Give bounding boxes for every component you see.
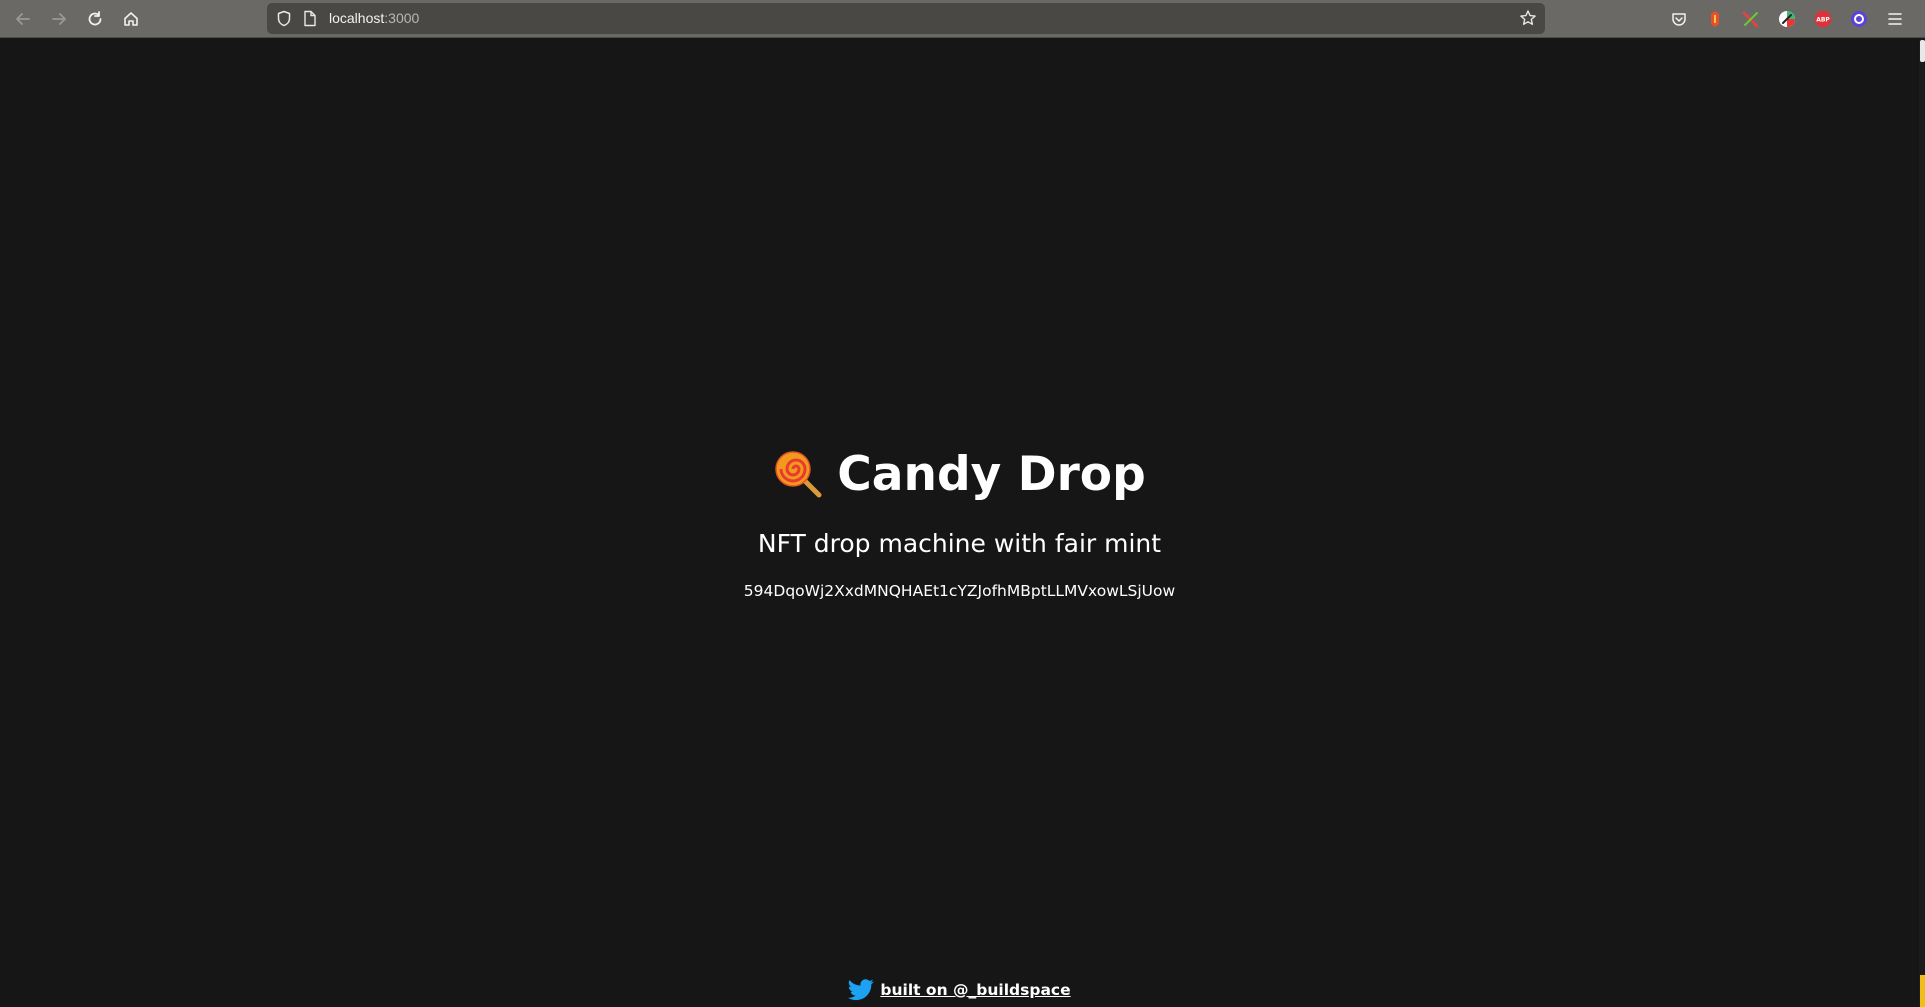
- browser-toolbar: localhost:3000 ABP: [0, 0, 1925, 38]
- bookmark-star-icon[interactable]: [1519, 9, 1537, 27]
- svg-text:ABP: ABP: [1816, 17, 1830, 24]
- home-icon: [124, 12, 138, 26]
- shield-icon[interactable]: [276, 10, 292, 27]
- home-button[interactable]: [119, 7, 143, 31]
- scrollbar-marker: [1920, 975, 1925, 1007]
- forward-button[interactable]: [47, 7, 71, 31]
- pocket-icon: [1672, 12, 1686, 26]
- extension-fox-icon: [1711, 11, 1719, 27]
- pocket-button[interactable]: [1669, 9, 1689, 29]
- hamburger-menu-icon: [1888, 13, 1902, 25]
- page-title: Candy Drop: [837, 447, 1146, 502]
- url-text: localhost:3000: [329, 10, 420, 26]
- reload-icon: [88, 11, 102, 26]
- extension-circle-icon: [1851, 11, 1867, 27]
- extension-pen-icon: [1742, 11, 1759, 28]
- reload-button[interactable]: [83, 7, 107, 31]
- forward-icon: [52, 13, 66, 25]
- scrollbar[interactable]: [1919, 38, 1925, 1007]
- adblock-button[interactable]: ABP: [1813, 9, 1833, 29]
- extension-button-1[interactable]: [1705, 9, 1725, 29]
- url-bar[interactable]: localhost:3000: [267, 3, 1545, 34]
- page-body: [0, 38, 1919, 1007]
- adblock-icon: ABP: [1815, 11, 1831, 27]
- page-icon: [304, 10, 316, 27]
- back-icon: [16, 13, 30, 25]
- twitter-icon: [848, 979, 875, 1001]
- title-row: Candy Drop: [773, 447, 1146, 502]
- extension-button-3[interactable]: [1777, 9, 1797, 29]
- back-button[interactable]: [11, 7, 35, 31]
- buildspace-link[interactable]: built on @_buildspace: [880, 981, 1070, 999]
- extension-colorwheel-icon: [1779, 11, 1795, 27]
- scrollbar-thumb[interactable]: [1920, 40, 1925, 62]
- extension-button-2[interactable]: [1741, 9, 1761, 29]
- menu-button[interactable]: [1885, 9, 1905, 29]
- header: Candy Drop: [0, 449, 1919, 505]
- extension-button-5[interactable]: [1849, 9, 1869, 29]
- lollipop-icon: [775, 451, 822, 498]
- wallet-address: 594DqoWj2XxdMNQHAEt1cYZJofhMBptLLMVxowLS…: [743, 582, 1176, 600]
- page-subtitle: NFT drop machine with fair mint: [757, 529, 1162, 558]
- footer: built on @_buildspace: [0, 979, 1919, 1001]
